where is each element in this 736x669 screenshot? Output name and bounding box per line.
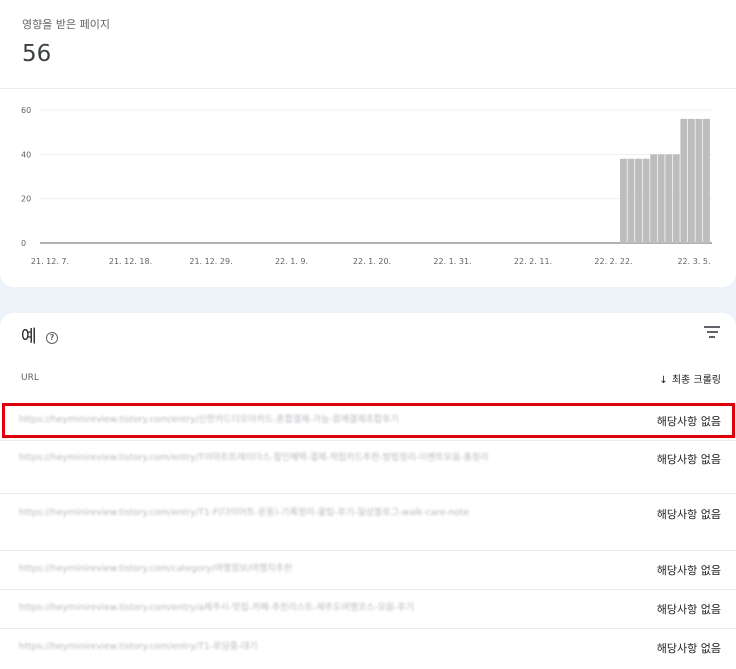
x-tick-label: 22. 1. 9. bbox=[275, 257, 308, 266]
y-tick-label: 40 bbox=[21, 150, 31, 159]
x-tick-label: 22. 3. 5. bbox=[677, 257, 710, 266]
metric-value: 56 bbox=[22, 41, 52, 67]
sort-down-icon: ↓ bbox=[659, 375, 668, 386]
column-header-label: 최종 크롤링 bbox=[671, 375, 721, 386]
chart-bar bbox=[620, 158, 627, 243]
row-status: 해당사항 없음 bbox=[656, 453, 721, 466]
section-title: 예 bbox=[21, 327, 37, 347]
row-status: 해당사항 없음 bbox=[656, 603, 721, 616]
chart-bar bbox=[665, 154, 673, 243]
row-status: 해당사항 없음 bbox=[656, 564, 721, 577]
column-header-last-crawl[interactable]: ↓ 최종 크롤링 bbox=[659, 371, 721, 386]
row-url[interactable]: https://heyminireview.tistory.com/entry/… bbox=[19, 451, 619, 481]
table-row[interactable]: https://heyminireview.tistory.com/entry/… bbox=[0, 628, 736, 668]
chart-bar bbox=[695, 118, 703, 243]
divider bbox=[0, 88, 736, 89]
row-status: 해당사항 없음 bbox=[656, 642, 721, 655]
x-tick-label: 22. 2. 11. bbox=[514, 257, 552, 266]
summary-card: 영향을 받은 페이지 56 0 20 40 60 21. 12. 7. 21. 12. 1… bbox=[0, 0, 736, 287]
row-url[interactable]: https://heyminireview.tistory.com/entry/… bbox=[19, 506, 619, 536]
help-icon[interactable]: ? bbox=[46, 332, 58, 344]
x-tick-label: 22. 1. 31. bbox=[433, 257, 471, 266]
x-tick-label: 21. 12. 18. bbox=[109, 257, 152, 266]
x-tick-label: 21. 12. 29. bbox=[189, 257, 232, 266]
x-tick-label: 22. 2. 22. bbox=[594, 257, 632, 266]
chart-bar bbox=[672, 154, 680, 243]
table-row[interactable]: https://heyminireview.tistory.com/entry/… bbox=[0, 440, 736, 492]
affected-pages-chart: 0 20 40 60 21. 12. 7. 21. 12. 18. 21. 12. 29. 2… bbox=[21, 106, 712, 266]
y-tick-label: 0 bbox=[21, 239, 26, 248]
examples-card: 예 ? URL ↓ 최종 크롤링 https://heyminireview.ti… bbox=[0, 313, 736, 669]
table-row[interactable]: https://heyminireview.tistory.com/catego… bbox=[0, 550, 736, 588]
x-tick-label: 22. 1. 20. bbox=[353, 257, 391, 266]
selection-highlight bbox=[2, 403, 735, 438]
column-header-url[interactable]: URL bbox=[21, 373, 39, 383]
x-tick-label: 21. 12. 7. bbox=[31, 257, 69, 266]
chart-bar bbox=[657, 154, 665, 243]
chart-bar bbox=[650, 154, 658, 243]
table-row[interactable]: https://heyminireview.tistory.com/entry/… bbox=[0, 589, 736, 627]
chart-bar bbox=[635, 158, 642, 243]
row-url[interactable]: https://heyminireview.tistory.com/entry/… bbox=[19, 640, 609, 654]
metric-label: 영향을 받은 페이지 bbox=[22, 18, 110, 31]
y-tick-label: 20 bbox=[21, 195, 31, 204]
chart-bar bbox=[687, 118, 695, 243]
chart-bar bbox=[627, 158, 635, 243]
row-url[interactable]: https://heyminireview.tistory.com/catego… bbox=[19, 562, 609, 576]
affected-pages-metric: 영향을 받은 페이지 56 bbox=[22, 16, 110, 67]
row-status: 해당사항 없음 bbox=[656, 508, 721, 521]
chart-bar bbox=[642, 158, 650, 243]
y-tick-label: 60 bbox=[21, 106, 31, 115]
filter-icon[interactable] bbox=[704, 326, 720, 340]
table-row[interactable]: https://heyminireview.tistory.com/entry/… bbox=[0, 493, 736, 549]
chart-bar bbox=[680, 118, 688, 243]
row-url[interactable]: https://heyminireview.tistory.com/entry/… bbox=[19, 601, 609, 615]
chart-bar bbox=[703, 118, 710, 243]
